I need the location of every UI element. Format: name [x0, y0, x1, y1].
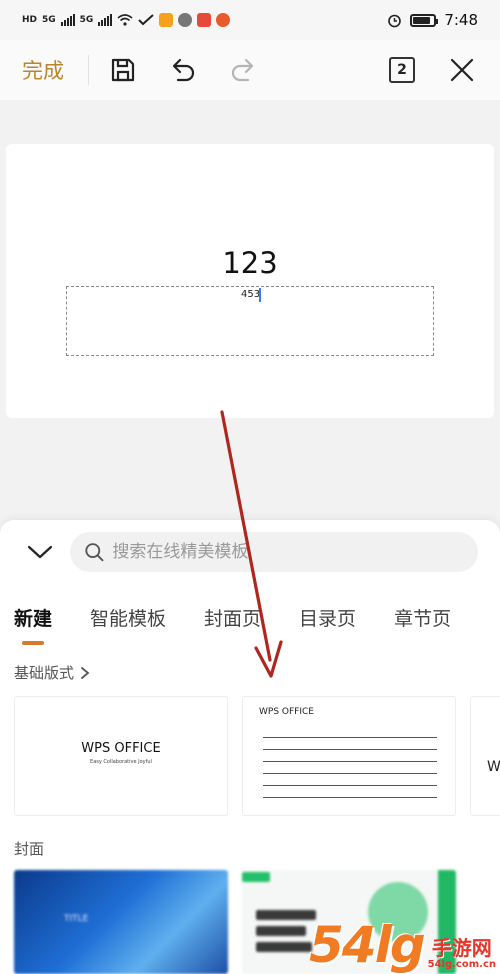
search-icon [85, 543, 104, 562]
template-line [263, 749, 437, 750]
watermark-url: 54lg.com.cn [427, 959, 496, 970]
redo-icon[interactable] [227, 54, 259, 86]
signal-icon-2 [98, 14, 113, 26]
tv-app-icon [197, 13, 212, 27]
textbox-content[interactable]: 453 [241, 289, 260, 300]
status-left: HD 5G 5G [22, 13, 231, 27]
status-right: 7:48 [387, 11, 478, 29]
template-subtitle-text: Easy Collaborative Joyful [90, 759, 152, 765]
toolbar-divider [88, 55, 89, 85]
basic-layout-templates: WPS OFFICE Easy Collaborative Joyful WPS… [14, 696, 500, 816]
alarm-icon [388, 14, 402, 27]
search-input[interactable] [112, 542, 464, 562]
slide-canvas[interactable]: 123 453 [6, 144, 494, 418]
slide-title-text[interactable]: 123 [6, 246, 494, 280]
editor-toolbar: 完成 2 [0, 40, 500, 100]
template-card-title-content[interactable]: WPS OFFICE [242, 696, 456, 816]
page-count-button[interactable]: 2 [386, 54, 418, 86]
template-card-partial[interactable]: W [470, 696, 500, 816]
battery-icon [410, 13, 439, 27]
page-count-badge: 2 [389, 57, 415, 83]
basic-layout-label: 基础版式 [14, 664, 75, 682]
panel-header [0, 532, 500, 572]
search-box[interactable] [70, 532, 478, 572]
status-bar: HD 5G 5G 7:48 [0, 0, 500, 40]
tab-smart-templates[interactable]: 智能模板 [90, 604, 166, 631]
cover-green-tab [242, 872, 270, 882]
template-line [263, 737, 437, 738]
slide-textbox[interactable]: 453 [66, 286, 434, 356]
basic-layout-section-link[interactable]: 基础版式 [14, 662, 90, 683]
tab-new[interactable]: 新建 [14, 604, 53, 645]
template-title-text: WPS OFFICE [81, 741, 161, 756]
undo-icon[interactable] [167, 54, 199, 86]
save-icon[interactable] [107, 54, 139, 86]
tab-section-page[interactable]: 章节页 [394, 604, 451, 631]
template-tabs: 新建 智能模板 封面页 目录页 章节页 [14, 604, 489, 645]
cover-green-text-block [256, 942, 312, 952]
text-cursor [259, 288, 261, 302]
cover-green-text-block [256, 926, 306, 936]
video-app-icon [159, 13, 174, 27]
close-icon[interactable] [446, 54, 478, 86]
hd-indicator: HD [22, 15, 38, 25]
network-5g-label-2: 5G [79, 15, 94, 25]
cover-section-label: 封面 [14, 840, 45, 858]
wifi-icon [117, 14, 133, 26]
watermark-right: 手游网 54lg.com.cn [428, 937, 496, 970]
battery-fill [413, 16, 431, 24]
hexagon-app-icon [178, 13, 193, 27]
chevron-right-icon [81, 666, 90, 679]
watermark-logo-text: 54lg [309, 916, 426, 974]
network-5g-label: 5G [42, 15, 56, 25]
weibo-icon [216, 13, 231, 27]
template-line [263, 773, 437, 774]
template-panel: 新建 智能模板 封面页 目录页 章节页 基础版式 WPS OFFICE Easy… [0, 520, 500, 974]
tab-contents-page[interactable]: 目录页 [299, 604, 356, 631]
watermark-cn-text: 手游网 [431, 936, 492, 960]
done-button[interactable]: 完成 [22, 55, 64, 85]
tab-new-label: 新建 [14, 608, 53, 630]
cover-template-title: TITLE [64, 914, 89, 924]
checkmark-app-icon [138, 14, 154, 26]
active-tab-indicator [22, 641, 44, 645]
template-card-title[interactable]: WPS OFFICE Easy Collaborative Joyful [14, 696, 228, 816]
site-watermark: 54lg 手游网 54lg.com.cn [309, 920, 496, 970]
cover-green-text-block [256, 910, 316, 920]
template-line [263, 785, 437, 786]
template-line [263, 797, 437, 798]
template-letter: W [487, 759, 500, 775]
signal-icon [60, 14, 75, 26]
template-line [263, 761, 437, 762]
chevron-down-icon[interactable] [24, 536, 56, 568]
tab-cover-page[interactable]: 封面页 [204, 604, 261, 631]
template-title-text: WPS OFFICE [259, 707, 314, 717]
cover-template-blue[interactable]: TITLE [14, 870, 228, 974]
clock: 7:48 [444, 11, 478, 29]
